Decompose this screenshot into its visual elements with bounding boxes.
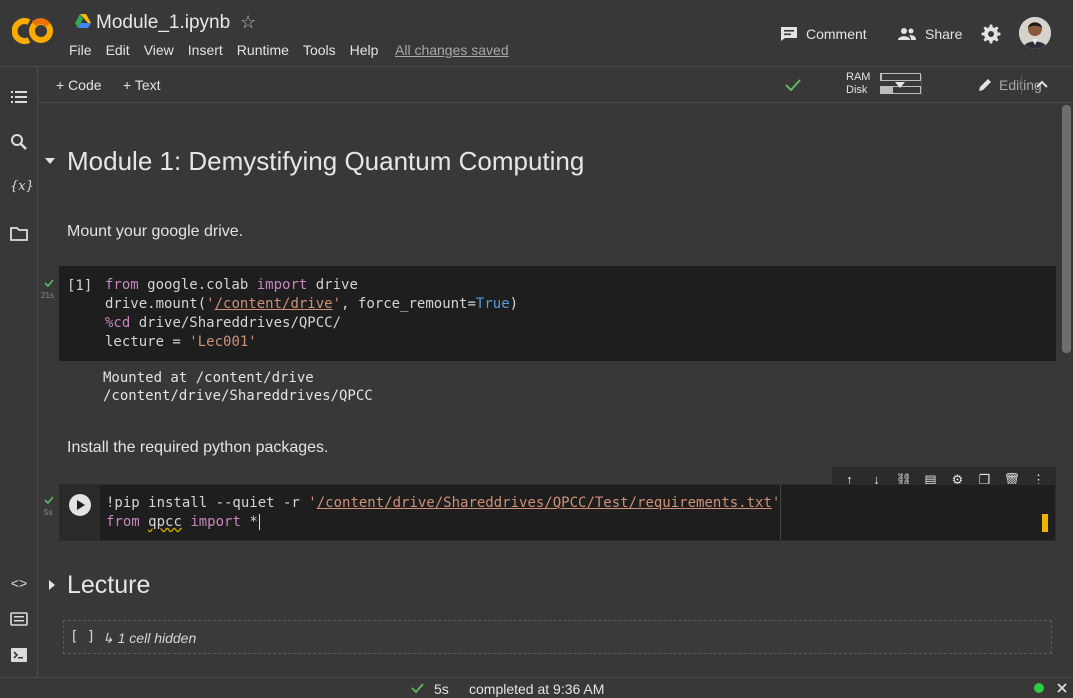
google-drive-icon <box>75 14 91 28</box>
editing-mode-button[interactable]: Editing <box>977 77 1042 93</box>
cell-success-check-icon <box>44 279 54 287</box>
terminal-icon[interactable] <box>10 646 28 664</box>
lecture-heading: Lecture <box>67 571 151 599</box>
comment-icon <box>781 27 797 41</box>
cell-exec-time: 21s <box>41 291 54 300</box>
add-code-button[interactable]: + Code <box>56 77 102 93</box>
code-line: %cd drive/Shareddrives/QPCC/ <box>105 315 342 331</box>
variables-icon[interactable]: {𝑥} <box>10 179 34 197</box>
search-icon[interactable] <box>10 133 28 151</box>
notebook-content: Module 1: Demystifying Quantum Computing… <box>39 103 1060 677</box>
connected-check-icon <box>785 79 801 91</box>
share-label: Share <box>925 26 963 42</box>
ram-label: RAM <box>846 71 871 83</box>
code-line: from google.colab import drive <box>105 277 358 293</box>
folder-icon[interactable] <box>10 225 28 243</box>
command-palette-icon[interactable] <box>10 610 28 628</box>
toolbar-divider <box>1021 75 1022 95</box>
ram-meter-fill <box>881 74 882 80</box>
run-cell-button[interactable] <box>69 494 91 516</box>
code-line: from qpcc import * <box>106 514 260 530</box>
ram-meter <box>880 73 921 81</box>
menu-view[interactable]: View <box>144 42 174 58</box>
vertical-scrollbar[interactable] <box>1062 105 1071 353</box>
code-snippets-icon[interactable]: <> <box>10 575 28 593</box>
code-line: !pip install --quiet -r '/content/drive/… <box>106 495 781 511</box>
cell-output: Mounted at /content/drive /content/drive… <box>103 369 373 405</box>
hidden-cell-count: ↳ 1 cell hidden <box>102 630 197 646</box>
chevron-up-icon[interactable] <box>1036 80 1048 88</box>
user-avatar[interactable] <box>1019 17 1051 49</box>
play-icon <box>77 500 85 510</box>
code-cell-2[interactable]: !pip install --quiet -r '/content/drive/… <box>59 484 1056 541</box>
cell-success-check-icon <box>44 496 54 504</box>
people-icon <box>898 28 916 40</box>
disk-label: Disk <box>846 84 868 96</box>
menu-tools[interactable]: Tools <box>303 42 336 58</box>
section-heading: Module 1: Demystifying Quantum Computing <box>67 146 585 176</box>
output-line: Mounted at /content/drive <box>103 370 314 386</box>
status-message: completed at 9:36 AM <box>469 681 605 697</box>
comment-label: Comment <box>806 26 867 42</box>
caret-down-icon[interactable] <box>895 82 905 88</box>
add-text-button[interactable]: + Text <box>123 77 161 93</box>
menu-edit[interactable]: Edit <box>106 42 130 58</box>
status-check-icon <box>411 683 424 693</box>
code-cell-1[interactable]: [1] from google.colab import drive drive… <box>59 266 1056 361</box>
resource-monitor[interactable]: RAM Disk <box>846 71 870 97</box>
hidden-cells-placeholder[interactable]: [ ] ↳ 1 cell hidden <box>63 620 1052 654</box>
menu-help[interactable]: Help <box>350 42 379 58</box>
star-icon[interactable]: ☆ <box>240 12 256 33</box>
cell-exec-time: 5s <box>44 508 53 517</box>
ruler-line <box>780 485 781 540</box>
save-status-link[interactable]: All changes saved <box>395 42 509 58</box>
code-line: drive.mount('/content/drive', force_remo… <box>105 296 519 312</box>
connection-status-dot <box>1034 683 1044 693</box>
expand-section-chevron-icon[interactable] <box>48 579 56 591</box>
left-sidebar: {𝑥} <> <box>0 67 38 677</box>
status-bar: 5s completed at 9:36 AM <box>0 677 1073 698</box>
avatar-image <box>1019 17 1051 49</box>
share-button[interactable]: Share <box>897 26 962 42</box>
collapse-section-chevron-icon[interactable] <box>44 157 56 165</box>
close-icon[interactable] <box>1057 683 1067 693</box>
menu-runtime[interactable]: Runtime <box>237 42 289 58</box>
text-cell-mount[interactable]: Mount your google drive. <box>67 223 243 241</box>
notebook-toolbar: + Code + Text RAM Disk Editing <box>39 67 1073 103</box>
table-of-contents-icon[interactable] <box>10 88 28 106</box>
code-line: lecture = 'Lec001' <box>105 334 257 350</box>
menu-bar: File Edit View Insert Runtime Tools Help <box>69 42 392 58</box>
disk-meter-fill <box>881 87 893 93</box>
comment-button[interactable]: Comment <box>780 26 867 42</box>
code-editor[interactable]: !pip install --quiet -r '/content/drive/… <box>106 494 780 532</box>
scroll-marker <box>1042 514 1048 532</box>
execution-count: [1] <box>67 278 93 294</box>
pencil-icon <box>979 79 991 91</box>
notebook-file-name[interactable]: Module_1.ipynb <box>96 12 230 34</box>
menu-insert[interactable]: Insert <box>188 42 223 58</box>
header-bar: Module_1.ipynb ☆ File Edit View Insert R… <box>0 0 1073 67</box>
code-editor[interactable]: from google.colab import drive drive.mou… <box>105 276 518 352</box>
menu-file[interactable]: File <box>69 42 92 58</box>
colab-logo[interactable] <box>12 16 56 46</box>
text-cell-install[interactable]: Install the required python packages. <box>67 439 329 457</box>
settings-gear-icon[interactable] <box>981 24 1001 44</box>
status-duration: 5s <box>434 681 449 697</box>
output-line: /content/drive/Shareddrives/QPCC <box>103 388 373 404</box>
toolbar-divider <box>921 75 922 95</box>
hidden-cell-bracket: [ ] <box>70 629 96 645</box>
